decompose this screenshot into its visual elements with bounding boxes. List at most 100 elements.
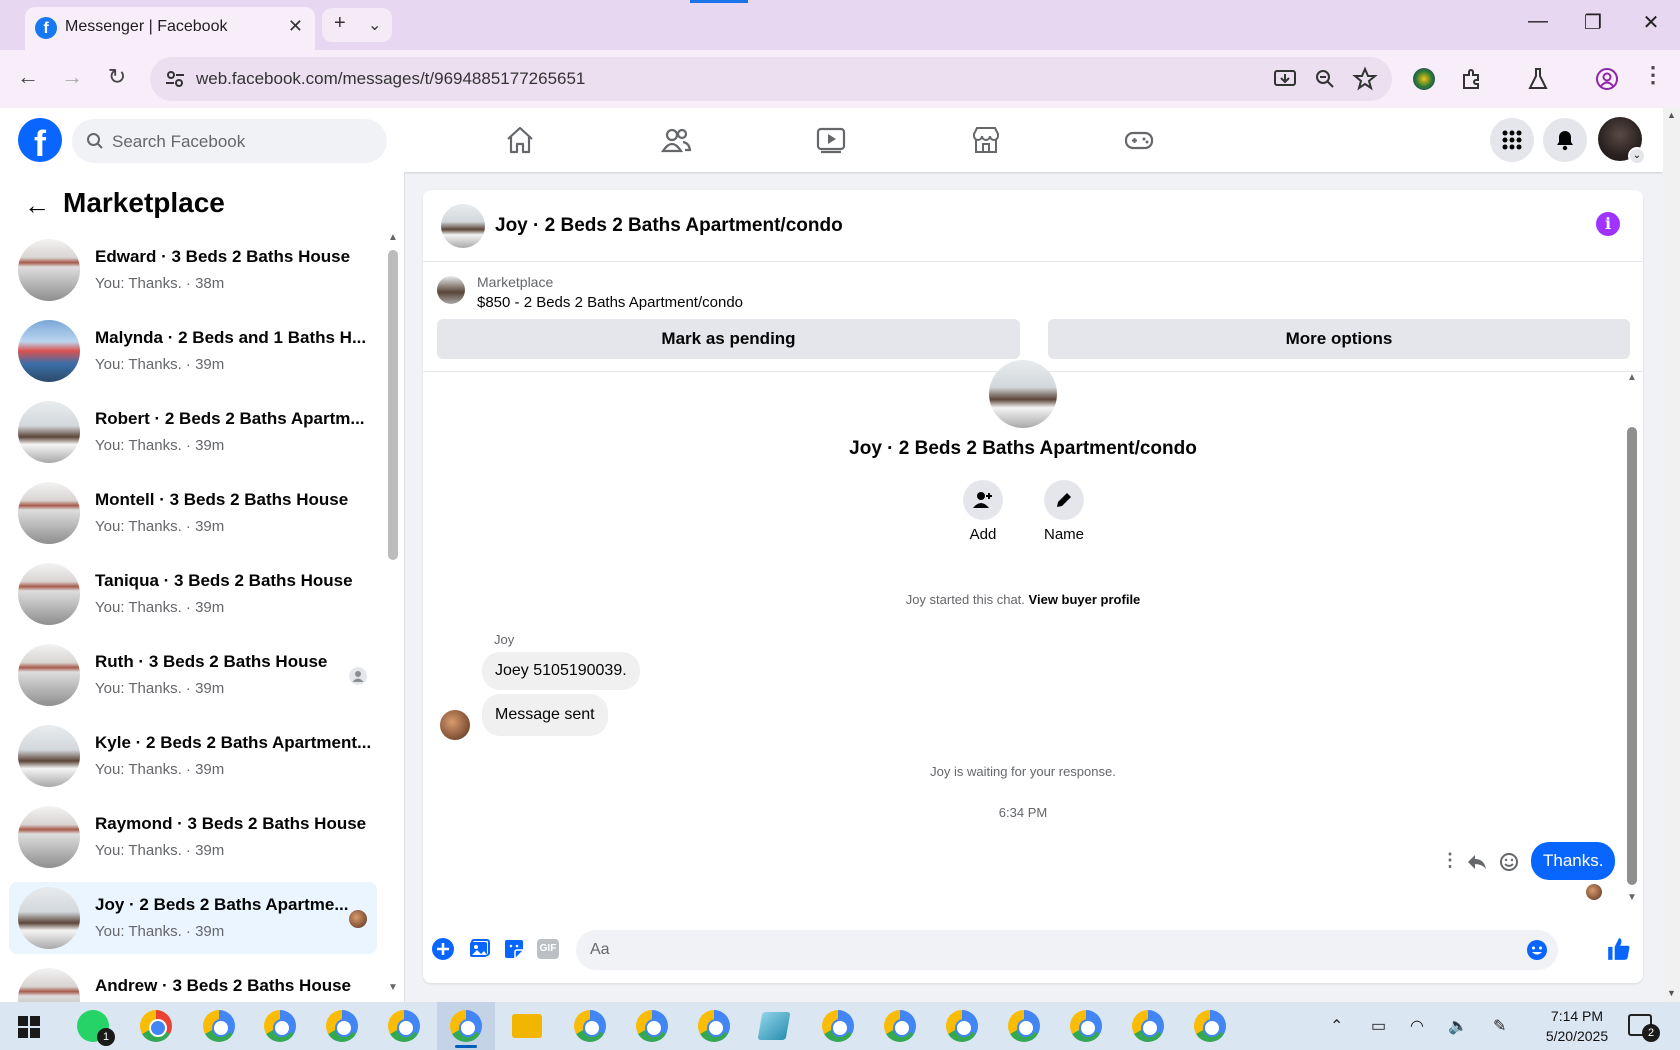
scroll-up-arrow-icon[interactable]: ▲ — [388, 232, 398, 243]
thumbs-up-icon[interactable] — [1606, 936, 1632, 962]
thread-scrollbar[interactable] — [1627, 427, 1637, 885]
tab-close-icon[interactable]: ✕ — [288, 16, 303, 37]
react-emoji-icon[interactable] — [1499, 852, 1519, 872]
conversation-item[interactable]: Edward · 3 Beds 2 Baths House You: Thank… — [9, 234, 377, 306]
back-button[interactable]: ← — [13, 64, 43, 90]
windows-start-icon[interactable] — [18, 1016, 40, 1038]
extension-globe-icon[interactable] — [1413, 68, 1435, 90]
chrome-profile-icon[interactable] — [698, 1010, 730, 1042]
browser-tab[interactable]: f Messenger | Facebook ✕ — [25, 7, 315, 50]
gaming-icon[interactable] — [1123, 124, 1155, 156]
chrome-icon[interactable] — [140, 1010, 172, 1042]
zoom-icon[interactable] — [1312, 66, 1338, 92]
bookmark-star-icon[interactable] — [1352, 66, 1378, 92]
scroll-down-arrow-icon[interactable]: ▼ — [388, 982, 398, 993]
friends-icon[interactable] — [660, 124, 692, 156]
chrome-profile-icon[interactable] — [1008, 1010, 1040, 1042]
sidebar-scrollbar[interactable] — [388, 250, 398, 560]
labs-flask-icon[interactable] — [1525, 66, 1551, 92]
sticker-icon[interactable] — [502, 937, 526, 961]
incoming-message-bubble[interactable]: Joey 5105190039. — [482, 652, 640, 690]
menu-grid-button[interactable] — [1490, 118, 1534, 162]
site-settings-icon[interactable] — [164, 68, 186, 90]
home-icon[interactable] — [504, 124, 536, 156]
more-options-button[interactable]: More options — [1048, 319, 1630, 359]
reload-button[interactable]: ↻ — [102, 64, 132, 90]
chrome-profile-icon[interactable] — [326, 1010, 358, 1042]
conversation-item[interactable]: Ruth · 3 Beds 2 Baths House You: Thanks.… — [9, 639, 377, 711]
message-input[interactable]: Aa — [576, 930, 1558, 970]
facebook-logo[interactable]: f — [18, 118, 62, 162]
search-input[interactable]: Search Facebook — [72, 119, 387, 163]
notification-center-icon[interactable]: 2 — [1628, 1014, 1660, 1042]
attach-photo-icon[interactable] — [467, 937, 491, 961]
outgoing-message-bubble[interactable]: Thanks. — [1531, 842, 1616, 880]
chrome-profile-icon[interactable] — [884, 1010, 916, 1042]
conversation-item[interactable]: Montell · 3 Beds 2 Baths House You: Than… — [9, 477, 377, 549]
incoming-message-bubble[interactable]: Message sent — [482, 694, 608, 736]
chrome-profile-icon[interactable] — [822, 1010, 854, 1042]
chrome-profile-icon[interactable] — [388, 1010, 420, 1042]
network-icon[interactable]: ◠ — [1410, 1016, 1424, 1036]
file-explorer-icon[interactable] — [512, 1014, 542, 1038]
chrome-profile-icon[interactable] — [1132, 1010, 1164, 1042]
chrome-profile-icon[interactable] — [574, 1010, 606, 1042]
minimize-button[interactable]: — — [1518, 10, 1558, 33]
more-actions-icon[interactable]: ⋮ — [1441, 850, 1459, 871]
conversation-item[interactable]: Andrew · 3 Beds 2 Baths House — [9, 963, 377, 1002]
view-buyer-profile-link[interactable]: View buyer profile — [1029, 592, 1141, 607]
tab-list-button[interactable]: ⌄ — [368, 15, 381, 35]
add-people-button[interactable] — [963, 480, 1003, 520]
back-arrow-icon[interactable]: ← — [24, 190, 50, 221]
chrome-profile-icon[interactable] — [1070, 1010, 1102, 1042]
show-hidden-icons-icon[interactable]: ⌃ — [1330, 1016, 1343, 1036]
info-icon[interactable]: i — [1596, 212, 1620, 236]
sender-avatar[interactable] — [440, 710, 470, 740]
pen-icon[interactable]: ✎ — [1493, 1016, 1506, 1036]
system-clock[interactable]: 7:14 PM 5/20/2025 — [1532, 1006, 1622, 1046]
conversation-item[interactable]: Kyle · 2 Beds 2 Baths Apartment... You: … — [9, 720, 377, 792]
account-avatar[interactable]: ⌄ — [1598, 117, 1646, 165]
app-icon[interactable] — [757, 1012, 791, 1040]
mark-as-pending-button[interactable]: Mark as pending — [437, 319, 1020, 359]
conversation-item[interactable]: Raymond · 3 Beds 2 Baths House You: Than… — [9, 801, 377, 873]
active-taskbar-item[interactable] — [437, 1002, 495, 1050]
marketplace-icon[interactable] — [970, 124, 1002, 156]
new-tab-button[interactable]: + — [334, 12, 346, 35]
edit-name-button[interactable] — [1044, 480, 1084, 520]
chrome-profile-icon[interactable] — [203, 1010, 235, 1042]
install-app-icon[interactable] — [1272, 66, 1298, 92]
conversation-item[interactable]: Robert · 2 Beds 2 Baths Apartm... You: T… — [9, 396, 377, 468]
browser-menu-icon[interactable]: ⋮ — [1638, 62, 1668, 88]
reply-icon[interactable] — [1466, 852, 1488, 872]
chat-title[interactable]: Joy · 2 Beds 2 Baths Apartment/condo — [495, 215, 843, 237]
emoji-icon[interactable] — [1526, 939, 1548, 961]
notifications-button[interactable] — [1543, 118, 1587, 162]
chrome-profile-icon[interactable] — [264, 1010, 296, 1042]
restore-button[interactable]: ❐ — [1573, 10, 1613, 35]
volume-icon[interactable]: 🔈 — [1448, 1016, 1468, 1036]
conversation-item-active[interactable]: Joy · 2 Beds 2 Baths Apartme... You: Tha… — [9, 882, 377, 954]
profile-icon[interactable] — [1594, 66, 1620, 92]
page-scroll-up-icon[interactable]: ▲ — [1667, 110, 1676, 120]
gif-icon[interactable]: GIF — [537, 939, 559, 959]
conversation-item[interactable]: Malynda · 2 Beds and 1 Baths H... You: T… — [9, 315, 377, 387]
extensions-puzzle-icon[interactable] — [1459, 66, 1485, 92]
close-window-button[interactable]: ✕ — [1631, 10, 1671, 35]
meet-now-icon[interactable]: ▭ — [1371, 1016, 1386, 1036]
thread-scroll-down-icon[interactable]: ▼ — [1627, 892, 1637, 903]
chrome-profile-icon[interactable] — [1194, 1010, 1226, 1042]
conversation-item[interactable]: Taniqua · 3 Beds 2 Baths House You: Than… — [9, 558, 377, 630]
more-actions-plus-icon[interactable] — [431, 937, 455, 961]
listing-price[interactable]: $850 - 2 Beds 2 Baths Apartment/condo — [477, 294, 743, 311]
address-bar[interactable]: web.facebook.com/messages/t/969488517726… — [150, 57, 1392, 101]
chrome-profile-icon[interactable] — [946, 1010, 978, 1042]
thread-scroll-up-icon[interactable]: ▲ — [1627, 372, 1637, 383]
listing-thumbnail-small[interactable] — [437, 276, 465, 304]
video-icon[interactable] — [815, 124, 847, 156]
page-scroll-down-icon[interactable]: ▼ — [1667, 988, 1676, 998]
chat-listing-thumbnail[interactable] — [441, 204, 485, 248]
whatsapp-icon[interactable]: 1 — [77, 1010, 115, 1046]
page-scrollbar[interactable]: ▲ ▼ — [1663, 108, 1680, 1002]
forward-button[interactable]: → — [57, 64, 87, 90]
